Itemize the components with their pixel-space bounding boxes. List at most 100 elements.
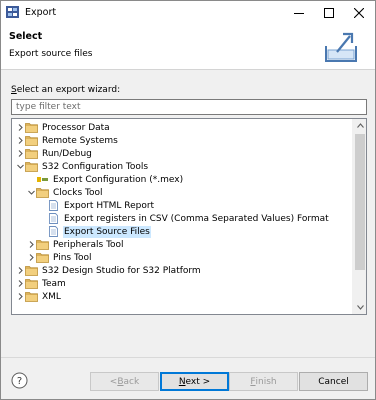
tree-expander[interactable] — [16, 147, 25, 160]
close-icon — [354, 7, 364, 18]
tree-expander[interactable] — [16, 121, 25, 134]
folder-icon — [36, 188, 49, 198]
chevron-right-icon — [18, 137, 23, 144]
tree-item[interactable]: Export Source Files — [38, 225, 366, 238]
minimize-button[interactable] — [284, 1, 314, 24]
wizard-banner: Select Export source files — [1, 24, 375, 70]
chevron-right-icon — [18, 293, 23, 300]
eclipse-app-icon — [6, 6, 19, 18]
tree-item-icon — [47, 199, 61, 212]
tree-expander[interactable] — [27, 238, 36, 251]
tree-item[interactable]: S32 Configuration Tools — [16, 160, 356, 173]
tree-expander[interactable] — [16, 134, 25, 147]
tree-item-label: Clocks Tool — [53, 187, 103, 198]
chevron-right-icon — [29, 254, 34, 261]
next-button-mnemonic: N — [178, 376, 186, 387]
finish-button-text: inish — [255, 376, 277, 387]
vertical-scrollbar[interactable] — [352, 119, 366, 314]
chevron-down-icon — [17, 164, 24, 169]
tree-item-label: Peripherals Tool — [53, 239, 124, 250]
next-button-text: ext > — [185, 376, 211, 387]
folder-icon — [25, 123, 38, 133]
tree-item[interactable]: Export registers in CSV (Comma Separated… — [38, 212, 366, 225]
tree-item-label: Pins Tool — [53, 252, 92, 263]
tree-item-icon — [25, 160, 39, 173]
wizard-label-text: elect an export wizard: — [16, 85, 121, 95]
export-wizard-icon — [325, 32, 357, 62]
tree-item-icon — [47, 212, 61, 225]
mex-export-icon — [37, 177, 48, 182]
page-title: Select — [9, 31, 43, 42]
title-bar[interactable]: Export — [1, 1, 375, 24]
tree-item[interactable]: XML — [16, 290, 356, 303]
tree-item-icon — [25, 264, 39, 277]
scroll-thumb[interactable] — [355, 134, 365, 270]
tree-item-icon — [47, 225, 61, 238]
help-icon[interactable]: ? — [11, 372, 28, 389]
minimize-icon — [294, 12, 304, 14]
chevron-right-icon — [18, 280, 23, 287]
back-button-text: ack — [123, 376, 140, 387]
wizard-label: Select an export wizard: — [11, 85, 120, 95]
maximize-button[interactable] — [314, 1, 344, 24]
tree-expander[interactable] — [27, 251, 36, 264]
tree-item[interactable]: Peripherals Tool — [27, 238, 366, 251]
back-button[interactable]: < Back — [90, 372, 159, 391]
tree-item-label: XML — [42, 291, 61, 302]
back-button-prefix: < — [109, 376, 118, 387]
wizard-tree[interactable]: Processor Data Remote Systems Run/Debug S32… — [11, 118, 367, 315]
tree-item[interactable]: Pins Tool — [27, 251, 366, 264]
close-button[interactable] — [344, 1, 374, 24]
tree-item-label: Run/Debug — [42, 148, 92, 159]
tree-item[interactable]: S32 Design Studio for S32 Platform — [16, 264, 356, 277]
tree-item-label: S32 Configuration Tools — [42, 161, 149, 172]
document-icon — [49, 226, 58, 237]
tree-item[interactable]: Export Configuration (*.mex) — [27, 173, 366, 186]
chevron-right-icon — [18, 150, 23, 157]
tree-expander[interactable] — [27, 186, 36, 199]
tree-item[interactable]: Run/Debug — [16, 147, 356, 160]
next-button[interactable]: Next > — [160, 372, 229, 391]
tree-item[interactable]: Processor Data — [16, 121, 356, 134]
tree-item-label: Export Source Files — [63, 225, 151, 238]
tree-expander — [27, 173, 36, 186]
tree-item-icon — [25, 134, 39, 147]
folder-icon — [25, 279, 38, 289]
tree-item-label: Team — [42, 278, 66, 289]
tree-expander — [38, 199, 47, 212]
chevron-right-icon — [18, 267, 23, 274]
tree-item-icon — [25, 290, 39, 303]
folder-icon — [25, 292, 38, 302]
folder-icon — [25, 149, 38, 159]
page-description: Export source files — [9, 49, 93, 59]
export-dialog: Export Select Export source files Select… — [0, 0, 376, 400]
tree-item-label: Export registers in CSV (Comma Separated… — [64, 213, 329, 224]
chevron-right-icon — [18, 124, 23, 131]
tree-expander[interactable] — [16, 290, 25, 303]
filter-input[interactable] — [11, 99, 367, 115]
tree-item-icon — [36, 186, 50, 199]
tree-item-label: S32 Design Studio for S32 Platform — [42, 265, 201, 276]
scroll-up-button[interactable] — [353, 119, 366, 132]
tree-item[interactable]: Export HTML Report — [38, 199, 366, 212]
tree-item-label: Export HTML Report — [64, 200, 155, 211]
tree-expander[interactable] — [16, 277, 25, 290]
tree-item-icon — [25, 277, 39, 290]
tree-item[interactable]: Remote Systems — [16, 134, 356, 147]
tree-item-label: Remote Systems — [42, 135, 118, 146]
folder-icon — [25, 136, 38, 146]
cancel-button[interactable]: Cancel — [299, 372, 368, 391]
folder-icon — [36, 253, 49, 263]
tree-item[interactable]: Clocks Tool — [27, 186, 366, 199]
tree-expander — [38, 212, 47, 225]
document-icon — [49, 213, 58, 224]
scroll-down-button[interactable] — [353, 301, 366, 314]
tree-expander[interactable] — [16, 264, 25, 277]
tree-item[interactable]: Team — [16, 277, 356, 290]
tree-expander — [38, 225, 47, 238]
window-title: Export — [25, 7, 57, 18]
finish-button[interactable]: Finish — [229, 372, 298, 391]
tree-item-icon — [36, 251, 50, 264]
tree-expander[interactable] — [16, 160, 25, 173]
chevron-right-icon — [29, 241, 34, 248]
